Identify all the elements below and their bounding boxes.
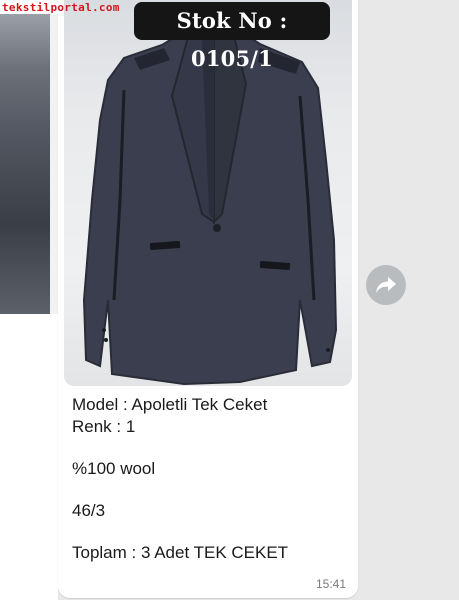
caption-model: Model : Apoletli Tek Ceket	[72, 395, 268, 414]
caption-size: 46/3	[72, 501, 106, 520]
caption-fabric: %100 wool	[72, 459, 156, 478]
message-caption: Model : Apoletli Tek Ceket Renk : 1 %100…	[72, 394, 348, 564]
watermark-text: tekstilportal.com	[2, 1, 120, 14]
forward-arrow-icon	[376, 277, 396, 293]
jacket-photo[interactable]: Stok No : 0105/1	[64, 0, 352, 386]
forward-button[interactable]	[366, 265, 406, 305]
message-timestamp: 15:41	[315, 577, 346, 591]
message-bubble[interactable]: Stok No : 0105/1 Model : Apoletli Tek Ce…	[58, 0, 358, 598]
caption-renk: Renk : 1	[72, 417, 136, 436]
clothing-rack-photo-edge	[0, 14, 50, 314]
stock-number-label: Stok No : 0105/1	[134, 2, 330, 71]
previous-image-edge	[0, 0, 58, 600]
caption-total: Toplam : 3 Adet TEK CEKET	[72, 543, 289, 562]
